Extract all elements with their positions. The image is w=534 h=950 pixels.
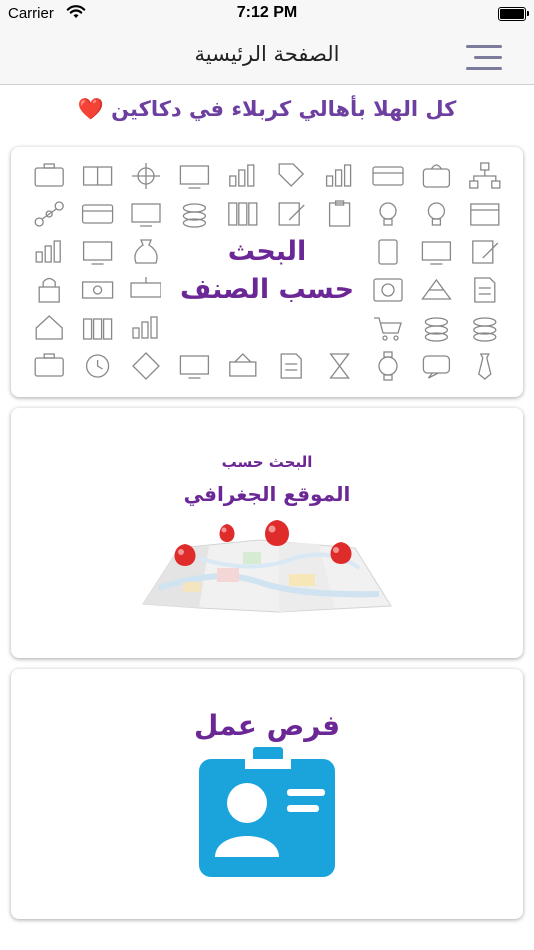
briefcase-icon	[34, 163, 64, 187]
folders-icon	[228, 202, 258, 226]
map-pins-icon	[142, 520, 392, 613]
boxes-icon	[82, 318, 113, 340]
money-icon	[81, 281, 114, 299]
location-title-line2: الموقع الجغرافي	[183, 482, 351, 506]
clock: 7:12 PM	[236, 4, 298, 21]
battery-icon	[498, 7, 529, 21]
job-opportunities-card[interactable]: فرص عمل	[11, 669, 523, 919]
coins-icon	[182, 203, 207, 228]
briefcase-icon	[34, 353, 64, 377]
doc-icon	[474, 277, 496, 303]
monitor-icon	[179, 355, 210, 379]
menu-line	[474, 56, 502, 59]
bulb-icon	[379, 202, 397, 226]
tablet-icon	[378, 239, 398, 265]
main-content: كل الهلا بأهالي كربلاء في دكاكين ❤️ البح…	[0, 85, 534, 950]
watch-icon	[378, 351, 398, 381]
jobs-title: فرص عمل	[193, 709, 341, 742]
card-icon	[372, 166, 404, 186]
status-bar: Carrier 7:12 PM	[0, 0, 534, 28]
navigation-bar: الصفحة الرئيسية	[0, 28, 534, 85]
page-title: الصفحة الرئيسية	[194, 42, 340, 66]
monitor-icon	[421, 241, 452, 265]
bars-icon	[132, 316, 158, 339]
bars-icon	[229, 164, 255, 187]
doc-icon	[280, 353, 302, 379]
monitor-icon	[131, 203, 161, 227]
category-title-line1: البحث	[227, 236, 307, 267]
category-card-title: البحث حسب الصنف	[161, 233, 373, 309]
clipboard-icon	[328, 200, 351, 227]
safe-icon	[373, 278, 403, 302]
card-icon	[81, 204, 114, 224]
hourglass-icon	[329, 353, 350, 379]
coins-icon	[424, 317, 449, 342]
tie-icon	[478, 353, 492, 380]
hotel-icon	[130, 277, 162, 298]
edit-icon	[278, 202, 305, 226]
cart-icon	[374, 317, 402, 341]
tag-icon	[278, 163, 305, 187]
badge-icon	[132, 352, 160, 380]
calendar-icon	[470, 203, 500, 226]
lock-icon	[38, 277, 60, 303]
house-icon	[35, 315, 63, 340]
location-title-line1: البحث حسب	[221, 453, 313, 471]
search-by-category-card[interactable]: البحث حسب الصنف	[11, 147, 523, 397]
bars-icon	[35, 240, 61, 263]
bag-icon	[422, 164, 451, 188]
hamburger-menu-icon[interactable]	[464, 43, 504, 73]
coins-icon	[473, 317, 497, 342]
bulb-icon	[427, 202, 446, 226]
search-by-location-card[interactable]: البحث حسب الموقع الجغرافي	[11, 408, 523, 658]
moneybag-icon	[134, 239, 158, 264]
menu-line	[466, 45, 502, 48]
monitor-icon	[82, 241, 113, 265]
bars-icon	[325, 164, 352, 187]
book-icon	[82, 166, 113, 186]
chat-icon	[422, 355, 451, 379]
sign-icon	[229, 353, 257, 377]
monitor-icon	[179, 165, 210, 189]
gold-icon	[421, 278, 452, 300]
edit-icon	[472, 240, 499, 264]
clock-icon	[85, 354, 110, 378]
menu-line	[466, 67, 502, 70]
greeting-text: كل الهلا بأهالي كربلاء في دكاكين ❤️	[77, 97, 457, 121]
network-icon	[132, 163, 160, 189]
org-icon	[469, 162, 501, 189]
category-title-line2: حسب الصنف	[179, 274, 355, 305]
id-badge-icon	[199, 747, 335, 877]
nodes-icon	[34, 201, 64, 227]
